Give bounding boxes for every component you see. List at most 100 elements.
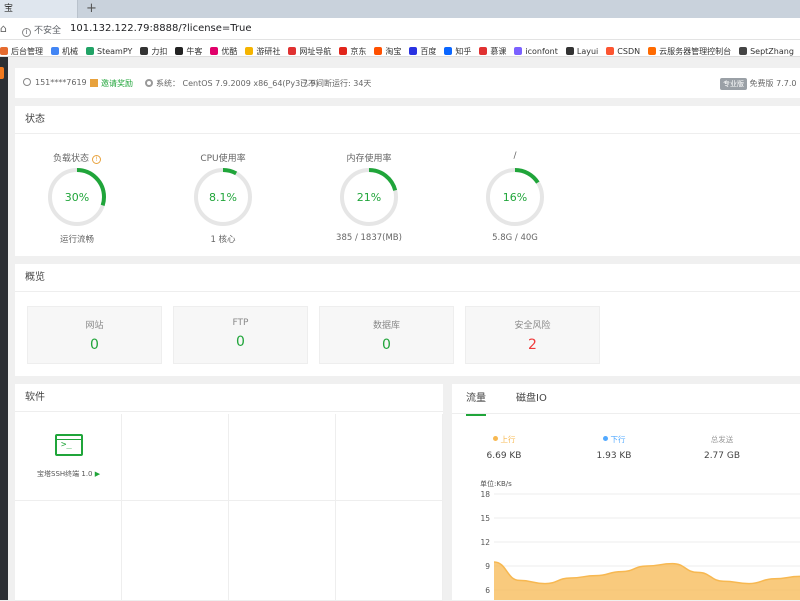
bookmark-item[interactable]: 京东 xyxy=(339,43,366,57)
gauge-label-text: 内存使用率 xyxy=(346,154,392,164)
gauge-ring: 30% xyxy=(48,168,106,226)
overview-card[interactable]: 网站 0 xyxy=(27,306,162,364)
pro-badge[interactable]: 专业版 xyxy=(720,78,747,90)
sidebar-logo[interactable] xyxy=(0,67,4,79)
bookmark-item[interactable]: 淘宝 xyxy=(374,43,402,57)
bookmark-item[interactable]: 慕课 xyxy=(479,43,507,57)
traffic-stat-label-text: 上行 xyxy=(500,435,516,444)
play-icon[interactable]: ▶ xyxy=(95,470,100,478)
gauge-label: 负载状态! xyxy=(37,151,117,165)
address-bar: ⌂ i 不安全 101.132.122.79:8888/?license=True xyxy=(0,18,800,40)
bookmark-icon xyxy=(648,47,657,55)
bookmarks-bar: 后台管理 机械 SteamPY 力扣 牛客 优酷 游研社 网址导航 京东 淘宝 百度 知乎 慕课 icon… xyxy=(0,40,800,57)
bookmark-icon xyxy=(374,47,383,55)
chart-y-tick: 15 xyxy=(480,514,490,523)
gauge-label: / xyxy=(475,151,555,165)
software-slot xyxy=(15,501,122,601)
bookmark-item[interactable]: 知乎 xyxy=(444,43,472,57)
software-grid: >_ 宝塔SSH终端 1.0 ▶ xyxy=(15,414,443,601)
gauge-value: 21% xyxy=(357,191,381,204)
gauge[interactable]: / 16% 5.8G / 40G xyxy=(475,151,555,243)
bookmark-icon xyxy=(210,47,219,55)
bookmark-icon xyxy=(409,47,418,55)
overview-card-label: FTP xyxy=(232,318,249,328)
bookmark-item[interactable]: 牛客 xyxy=(175,43,203,57)
bookmark-icon xyxy=(245,47,254,55)
home-icon[interactable]: ⌂ xyxy=(0,22,7,35)
bookmark-item[interactable]: 云服务器管理控制台 xyxy=(648,43,732,57)
overview-card-value: 0 xyxy=(90,337,99,353)
free-label: 免费版 xyxy=(749,79,774,88)
overview-card[interactable]: 数据库 0 xyxy=(319,306,454,364)
sidebar xyxy=(0,57,8,600)
chart-y-tick: 6 xyxy=(485,586,490,595)
overview-card[interactable]: FTP 0 xyxy=(173,306,308,364)
bookmark-label: 优酷 xyxy=(221,46,238,56)
bookmark-item[interactable]: 优酷 xyxy=(210,43,238,57)
chart-y-tick: 12 xyxy=(480,538,490,547)
tab-traffic[interactable]: 流量 xyxy=(466,384,486,416)
user-info[interactable]: 151****7619 xyxy=(23,78,87,87)
invite-link[interactable]: 邀请奖励 xyxy=(90,78,133,89)
bookmark-item[interactable]: 百度 xyxy=(409,43,436,57)
bookmark-item[interactable]: 后台管理 xyxy=(0,43,43,57)
security-indicator[interactable]: i 不安全 xyxy=(22,23,61,37)
bookmark-item[interactable]: CSDN xyxy=(606,43,640,57)
gauge-subtext: 5.8G / 40G xyxy=(492,233,538,243)
gauge-subtext: 运行流畅 xyxy=(59,235,94,245)
software-slot xyxy=(229,414,336,501)
browser-tab-strip: 宝 + xyxy=(0,0,800,18)
gauge-label: CPU使用率 xyxy=(183,151,263,165)
warning-icon[interactable]: ! xyxy=(92,155,101,164)
gauge-value: 30% xyxy=(65,191,89,204)
uptime: 已不间断运行: 34天 xyxy=(300,79,372,88)
bookmark-label: Layui xyxy=(576,46,599,56)
overview-card[interactable]: 安全风险 2 xyxy=(465,306,600,364)
bookmark-item[interactable]: SteamPY xyxy=(86,43,132,57)
bookmark-label: 云服务器管理控制台 xyxy=(659,46,732,56)
bookmark-icon xyxy=(565,47,574,55)
bookmark-label: 游研社 xyxy=(256,46,281,56)
gauge-ring: 8.1% xyxy=(194,168,252,226)
traffic-chart: 18 15 12 9 6 xyxy=(480,490,800,600)
user-phone: 151****7619 xyxy=(35,78,87,87)
traffic-stat: 总发送 2.77 GB xyxy=(682,434,762,461)
bookmark-label: 淘宝 xyxy=(385,46,402,56)
gauge[interactable]: 内存使用率 21% 385 / 1837(MB) xyxy=(329,151,409,243)
gauge[interactable]: 负载状态! 30% 运行流畅 xyxy=(37,151,117,245)
overview-card-label: 网站 xyxy=(85,321,104,331)
top-info-bar: 151****7619 邀请奖励 系统： CentOS 7.9.2009 x86… xyxy=(15,68,800,98)
overview-card-value: 2 xyxy=(528,337,537,353)
browser-tab[interactable]: 宝 xyxy=(0,0,78,18)
software-item[interactable]: >_ 宝塔SSH终端 1.0 ▶ xyxy=(15,414,122,501)
gauge-value: 16% xyxy=(503,191,527,204)
bookmark-item[interactable]: 游研社 xyxy=(245,43,281,57)
bookmark-label: 后台管理 xyxy=(11,46,43,56)
gauge[interactable]: CPU使用率 8.1% 1 核心 xyxy=(183,151,263,245)
overview-title: 概览 xyxy=(15,264,800,292)
bookmark-icon xyxy=(0,47,8,55)
traffic-stat-value: 1.93 KB xyxy=(596,451,632,461)
bookmark-label: 牛客 xyxy=(186,46,203,56)
new-tab-button[interactable]: + xyxy=(86,0,97,18)
bookmark-icon xyxy=(739,47,748,55)
overview-card-value: 0 xyxy=(236,334,245,350)
tab-disk-io[interactable]: 磁盘IO xyxy=(516,384,547,414)
bookmark-item[interactable]: 力扣 xyxy=(140,43,167,57)
gift-icon xyxy=(90,79,98,87)
software-slot xyxy=(122,414,229,501)
bookmark-icon xyxy=(339,47,348,55)
traffic-stat: 上行 6.69 KB xyxy=(464,434,544,461)
bookmark-item[interactable]: 机械 xyxy=(51,43,78,57)
bookmark-label: 知乎 xyxy=(455,46,472,56)
bookmark-item[interactable]: Layui xyxy=(565,43,599,57)
version-number: 7.7.0 xyxy=(776,79,797,88)
bookmark-item[interactable]: iconfont xyxy=(514,43,558,57)
bookmark-item[interactable]: SeptZhang xyxy=(739,43,794,57)
url-field[interactable]: 101.132.122.79:8888/?license=True xyxy=(70,23,252,34)
bookmark-item[interactable]: 网址导航 xyxy=(288,43,331,57)
traffic-stat-label-text: 总发送 xyxy=(710,435,734,444)
bookmark-label: 慕课 xyxy=(490,46,507,56)
traffic-stat-label: 下行 xyxy=(574,434,654,445)
traffic-stat-value: 2.77 GB xyxy=(703,451,741,461)
